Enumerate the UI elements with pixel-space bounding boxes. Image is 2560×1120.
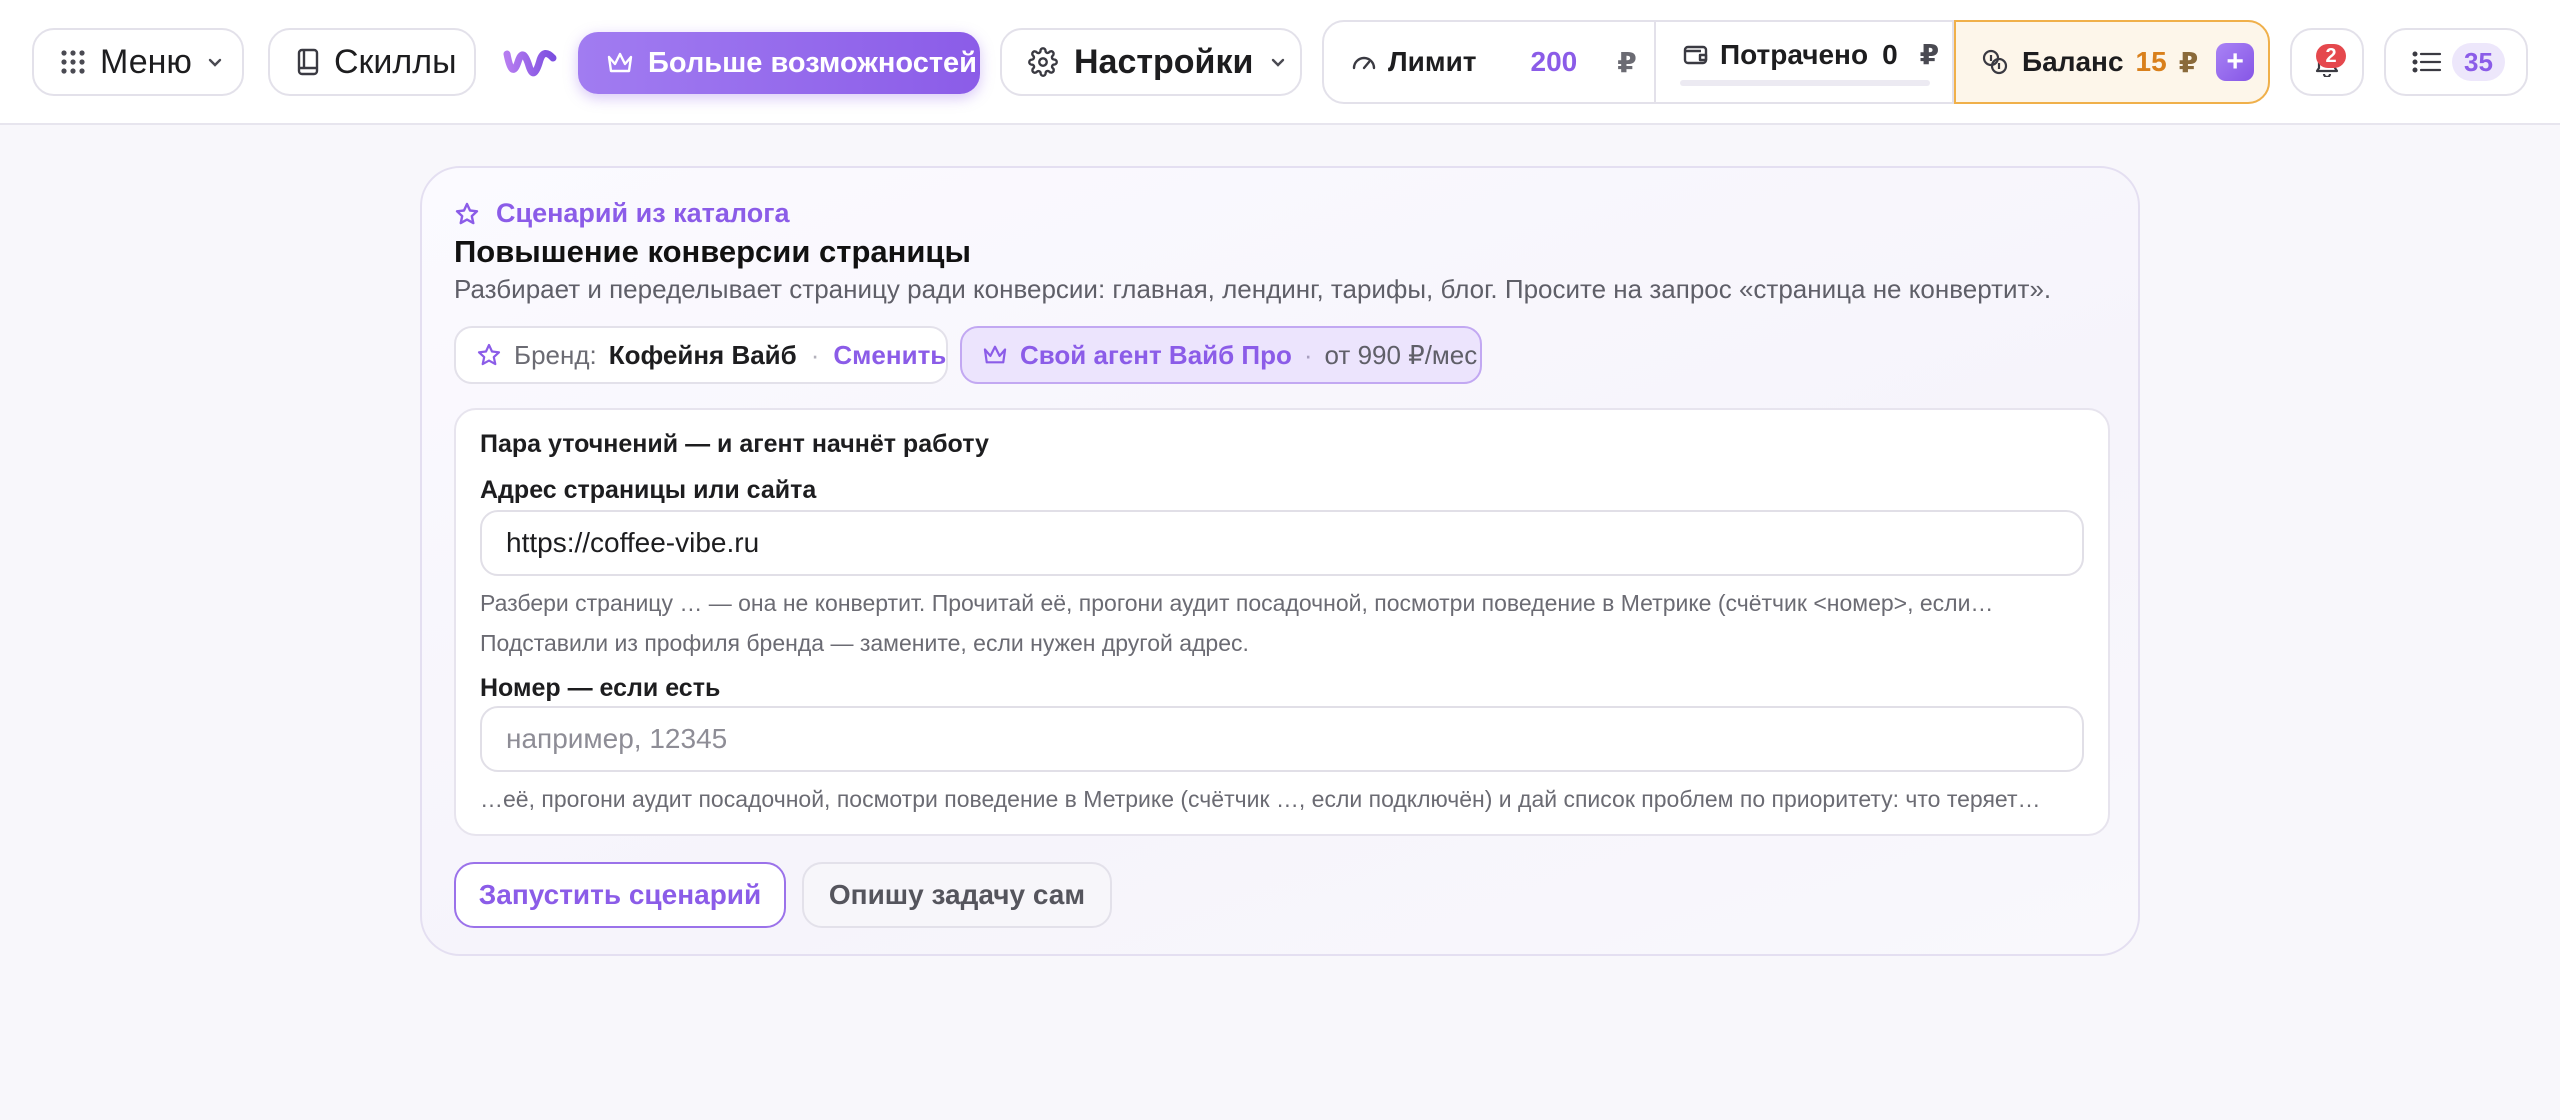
notifications-badge: 2	[2316, 44, 2346, 68]
wallet-icon	[1682, 41, 1710, 69]
spent-progress-bar	[1680, 80, 1930, 86]
top-bar: Меню Скиллы Больше возможностей Настройк…	[0, 0, 2560, 125]
skills-label: Скиллы	[334, 42, 457, 81]
gear-icon	[1028, 47, 1058, 77]
spent-metric[interactable]: Потрачено 0 ₽	[1656, 22, 1954, 102]
brand-value: Кофейня Вайб	[608, 339, 797, 370]
tasks-count-badge: 35	[2452, 43, 2505, 81]
brand-separator: ·	[810, 339, 820, 370]
notifications-button[interactable]: 2	[2290, 28, 2364, 96]
chevron-down-icon	[1269, 53, 1287, 71]
usage-metrics: Лимит 200 ₽ Потрачено 0 ₽ Баланс 15 ₽ +	[1322, 20, 2270, 104]
page-url-input[interactable]	[480, 510, 2084, 576]
coins-icon	[1980, 47, 2010, 77]
run-scenario-button[interactable]: Запустить сценарий	[454, 862, 786, 928]
menu-label: Меню	[100, 42, 192, 81]
scenario-description: Разбирает и переделывает страницу ради к…	[454, 274, 2052, 304]
settings-label: Настройки	[1074, 42, 1254, 81]
speedometer-icon	[1350, 48, 1378, 76]
brand-key: Бренд:	[514, 339, 597, 370]
limit-value: 200	[1530, 46, 1578, 77]
book-icon	[296, 48, 320, 76]
counter-number-label: Номер — если есть	[480, 674, 721, 702]
spent-value: 0	[1882, 38, 1898, 70]
balance-metric[interactable]: Баланс 15 ₽ +	[1954, 20, 2270, 104]
limit-metric[interactable]: Лимит 200 ₽	[1324, 22, 1656, 102]
counter-number-input[interactable]	[480, 706, 2084, 772]
own-agent-separator: ·	[1303, 339, 1313, 370]
settings-button[interactable]: Настройки	[1000, 28, 1302, 96]
spent-label: Потрачено	[1720, 38, 1869, 70]
list-icon	[2412, 50, 2442, 74]
describe-task-button[interactable]: Опишу задачу сам	[802, 862, 1112, 928]
page-url-hint: Подставили из профиля бренда — замените,…	[480, 630, 1249, 656]
counter-number-prompt-preview: …её, прогони аудит посадочной, посмотри …	[480, 786, 2041, 812]
balance-label: Баланс	[2022, 46, 2124, 77]
limit-currency: ₽	[1617, 46, 1637, 78]
scenario-title: Повышение конверсии страницы	[454, 234, 971, 269]
own-agent-promo[interactable]: Свой агент Вайб Про · от 990 ₽/мес	[960, 326, 1482, 384]
clarification-form: Пара уточнений — и агент начнёт работу А…	[454, 408, 2110, 836]
more-features-button[interactable]: Больше возможностей	[578, 32, 980, 94]
balance-currency: ₽	[2178, 46, 2199, 78]
crown-icon	[982, 344, 1008, 366]
logo-icon	[502, 40, 558, 84]
balance-value: 15	[2135, 46, 2167, 77]
own-agent-label: Свой агент Вайб Про	[1020, 339, 1292, 370]
star-icon	[476, 342, 502, 368]
menu-button[interactable]: Меню	[32, 28, 244, 96]
brand-selector: Бренд: Кофейня Вайб · Сменить	[454, 326, 948, 384]
limit-label: Лимит	[1388, 46, 1477, 77]
catalog-eyebrow-label: Сценарий из каталога	[496, 198, 790, 228]
scenario-card: Сценарий из каталога Повышение конверсии…	[420, 166, 2140, 956]
page-url-label: Адрес страницы или сайта	[480, 476, 817, 504]
change-brand-link[interactable]: Сменить	[833, 340, 946, 371]
grid-icon	[60, 49, 86, 75]
star-icon	[454, 201, 480, 227]
catalog-eyebrow: Сценарий из каталога	[454, 198, 789, 229]
form-heading: Пара уточнений — и агент начнёт работу	[480, 430, 989, 458]
crown-icon	[606, 51, 634, 75]
skills-button[interactable]: Скиллы	[268, 28, 476, 96]
spent-currency: ₽	[1919, 39, 1940, 70]
tasks-button[interactable]: 35	[2384, 28, 2528, 96]
add-balance-button[interactable]: +	[2216, 43, 2255, 81]
more-features-label: Больше возможностей	[648, 46, 978, 79]
page-url-prompt-preview: Разбери страницу … — она не конвертит. П…	[480, 590, 1994, 616]
own-agent-price: от 990 ₽/мес	[1324, 339, 1478, 370]
chevron-down-icon	[206, 53, 224, 71]
